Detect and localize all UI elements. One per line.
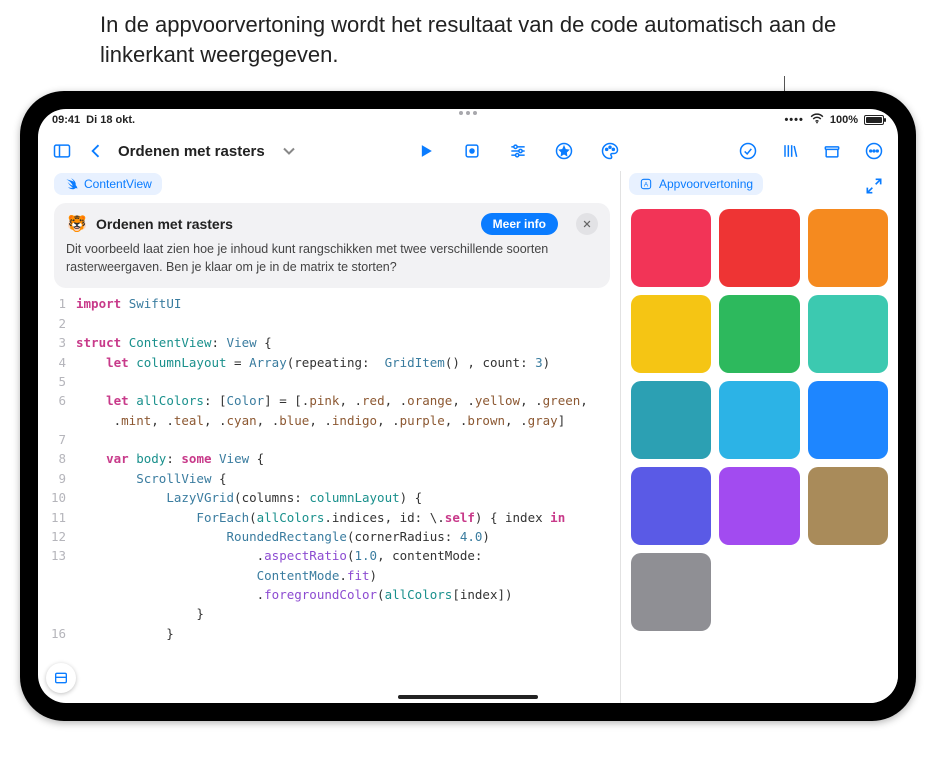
settings-sliders-icon[interactable] xyxy=(504,137,532,165)
line-number: 16 xyxy=(48,624,76,643)
code-line[interactable]: LazyVGrid(columns: columnLayout) { xyxy=(76,488,620,507)
status-date: Di 18 okt. xyxy=(86,114,135,126)
code-line[interactable]: } xyxy=(76,624,620,643)
more-info-button[interactable]: Meer info xyxy=(481,213,558,235)
code-editor-pane: ContentView 🐯 Ordenen met rasters Meer i… xyxy=(38,171,620,703)
expand-icon[interactable] xyxy=(860,172,888,200)
cell-signal-icon: •••• xyxy=(784,114,803,126)
run-button[interactable] xyxy=(412,137,440,165)
chevron-down-icon[interactable] xyxy=(275,137,303,165)
preview-tab-label: Appvoorvertoning xyxy=(659,177,753,191)
line-number: 12 xyxy=(48,527,76,546)
svg-text:A: A xyxy=(644,182,649,189)
line-number: 5 xyxy=(48,372,76,391)
back-button[interactable] xyxy=(82,137,110,165)
color-swatch[interactable] xyxy=(808,467,888,545)
color-swatch[interactable] xyxy=(719,381,799,459)
line-number: 3 xyxy=(48,333,76,352)
code-line[interactable]: let allColors: [Color] = [.pink, .red, .… xyxy=(76,391,620,410)
line-number xyxy=(48,604,76,623)
sidebar-toggle-icon[interactable] xyxy=(48,137,76,165)
code-line[interactable]: import SwiftUI xyxy=(76,294,620,313)
code-line[interactable]: .mint, .teal, .cyan, .blue, .indigo, .pu… xyxy=(76,411,620,430)
line-number xyxy=(48,411,76,430)
color-swatch[interactable] xyxy=(631,381,711,459)
line-number: 7 xyxy=(48,430,76,449)
palette-icon[interactable] xyxy=(596,137,624,165)
file-tab[interactable]: ContentView xyxy=(54,173,162,195)
line-number: 9 xyxy=(48,469,76,488)
file-tab-label: ContentView xyxy=(84,177,152,191)
code-line[interactable]: RoundedRectangle(cornerRadius: 4.0) xyxy=(76,527,620,546)
code-line[interactable] xyxy=(76,314,620,333)
code-line[interactable]: } xyxy=(76,604,620,623)
code-line[interactable]: struct ContentView: View { xyxy=(76,333,620,352)
code-line[interactable]: var body: some View { xyxy=(76,449,620,468)
code-line[interactable]: let columnLayout = Array(repeating: Grid… xyxy=(76,353,620,372)
preview-pane: A Appvoorvertoning xyxy=(620,171,898,703)
more-menu-icon[interactable] xyxy=(860,137,888,165)
line-number: 13 xyxy=(48,546,76,565)
app-preview-icon: A xyxy=(639,177,653,191)
info-card-body: Dit voorbeeld laat zien hoe je inhoud ku… xyxy=(66,241,598,276)
color-swatch[interactable] xyxy=(719,467,799,545)
info-card-icon: 🐯 xyxy=(66,213,88,235)
annotation-caption: In de appvoorvertoning wordt het resulta… xyxy=(100,10,860,69)
code-line[interactable]: ContentMode.fit) xyxy=(76,566,620,585)
step-button[interactable] xyxy=(458,137,486,165)
swift-icon xyxy=(64,177,78,191)
preview-tab[interactable]: A Appvoorvertoning xyxy=(629,173,763,195)
line-number: 2 xyxy=(48,314,76,333)
color-swatch[interactable] xyxy=(808,381,888,459)
color-swatch[interactable] xyxy=(808,295,888,373)
line-number: 4 xyxy=(48,353,76,372)
archive-icon[interactable] xyxy=(818,137,846,165)
color-swatch[interactable] xyxy=(631,467,711,545)
color-swatch[interactable] xyxy=(719,295,799,373)
color-swatch[interactable] xyxy=(631,209,711,287)
line-number: 1 xyxy=(48,294,76,313)
line-number: 6 xyxy=(48,391,76,410)
battery-icon xyxy=(864,115,884,125)
info-card: 🐯 Ordenen met rasters Meer info Dit voor… xyxy=(54,203,610,288)
document-title[interactable]: Ordenen met rasters xyxy=(118,143,265,160)
line-number xyxy=(48,566,76,585)
color-swatch[interactable] xyxy=(631,553,711,631)
line-number: 10 xyxy=(48,488,76,507)
code-line[interactable] xyxy=(76,372,620,391)
color-swatch[interactable] xyxy=(808,209,888,287)
status-time: 09:41 xyxy=(52,114,80,126)
checkmark-circle-icon[interactable] xyxy=(734,137,762,165)
code-line[interactable]: .aspectRatio(1.0, contentMode: xyxy=(76,546,620,565)
code-editor[interactable]: 1import SwiftUI23struct ContentView: Vie… xyxy=(48,294,620,703)
line-number xyxy=(48,585,76,604)
line-number: 8 xyxy=(48,449,76,468)
code-line[interactable]: ScrollView { xyxy=(76,469,620,488)
line-number: 11 xyxy=(48,508,76,527)
ipad-screen: 09:41 Di 18 okt. •••• 100% Ordenen met r… xyxy=(38,109,898,703)
ipad-device-frame: 09:41 Di 18 okt. •••• 100% Ordenen met r… xyxy=(20,91,916,721)
library-icon[interactable] xyxy=(776,137,804,165)
wifi-icon xyxy=(810,113,824,127)
code-line[interactable]: .foregroundColor(allColors[index]) xyxy=(76,585,620,604)
color-swatch[interactable] xyxy=(631,295,711,373)
battery-percent: 100% xyxy=(830,114,858,126)
app-toolbar: Ordenen met rasters xyxy=(38,131,898,171)
multitask-dots[interactable] xyxy=(455,111,481,116)
color-swatch[interactable] xyxy=(719,209,799,287)
code-line[interactable] xyxy=(76,430,620,449)
close-icon[interactable] xyxy=(576,213,598,235)
home-indicator[interactable] xyxy=(398,695,538,699)
preview-color-grid xyxy=(621,201,898,703)
star-badge-icon[interactable] xyxy=(550,137,578,165)
code-line[interactable]: ForEach(allColors.indices, id: \.self) {… xyxy=(76,508,620,527)
info-card-title: Ordenen met rasters xyxy=(96,216,233,232)
